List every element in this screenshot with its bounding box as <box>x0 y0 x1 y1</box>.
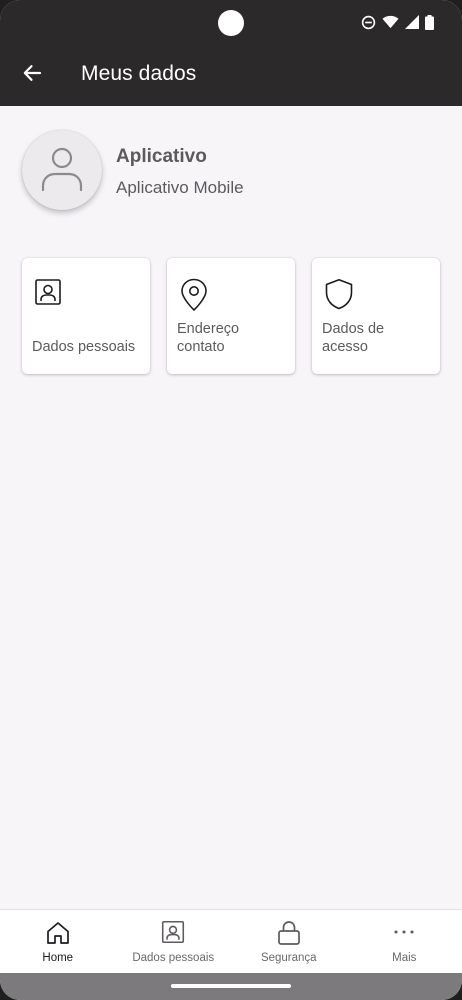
back-button[interactable] <box>14 57 50 93</box>
front-camera <box>218 10 244 36</box>
phone-screen: Meus dados Aplicativo Aplicativo Mobile … <box>0 0 462 1000</box>
id-badge-icon <box>34 278 62 311</box>
nav-label: Segurança <box>260 952 317 964</box>
nav-label: Mais <box>392 952 417 964</box>
nav-label: Dados pessoais <box>132 952 215 964</box>
signal-icon <box>405 15 419 29</box>
gesture-handle[interactable] <box>171 984 291 988</box>
card-label: Endereço contato <box>177 321 240 355</box>
id-badge-icon <box>161 920 185 949</box>
status-icons <box>361 12 434 32</box>
system-gesture-area <box>0 973 462 1000</box>
card-dados-acesso[interactable]: Dados de acesso <box>312 258 440 374</box>
nav-item-dados-pessoais[interactable]: Dados pessoais <box>116 910 232 973</box>
user-icon <box>40 144 84 197</box>
nav-item-mais[interactable]: Mais <box>347 910 462 973</box>
profile-name: Aplicativo <box>116 146 207 167</box>
card-dados-pessoais[interactable]: Dados pessoais <box>22 258 150 374</box>
wifi-icon <box>382 15 399 29</box>
card-label: Dados de acesso <box>322 321 385 355</box>
card-label: Dados pessoais <box>32 339 136 355</box>
avatar[interactable] <box>22 130 102 210</box>
nav-item-seguranca[interactable]: Segurança <box>231 910 347 973</box>
menu-cards: Dados pessoais Endereço contato Dados de… <box>22 258 442 374</box>
profile-section: Aplicativo Aplicativo Mobile <box>0 106 462 236</box>
app-bar: Meus dados <box>0 44 462 106</box>
do-not-disturb-icon <box>361 15 376 30</box>
shield-icon <box>324 278 354 315</box>
nav-label: Home <box>42 952 74 964</box>
nav-item-home[interactable]: Home <box>0 910 116 973</box>
profile-subtitle: Aplicativo Mobile <box>116 178 244 197</box>
page-title: Meus dados <box>81 62 197 85</box>
arrow-left-icon <box>22 63 42 88</box>
map-pin-icon <box>179 278 209 317</box>
home-icon <box>45 920 71 951</box>
lock-icon <box>277 920 301 951</box>
more-horizontal-icon <box>392 920 416 949</box>
battery-icon <box>425 14 434 30</box>
card-endereco-contato[interactable]: Endereço contato <box>167 258 295 374</box>
status-bar <box>0 0 462 44</box>
bottom-navigation: Home Dados pessoais Segurança Mais <box>0 909 462 973</box>
